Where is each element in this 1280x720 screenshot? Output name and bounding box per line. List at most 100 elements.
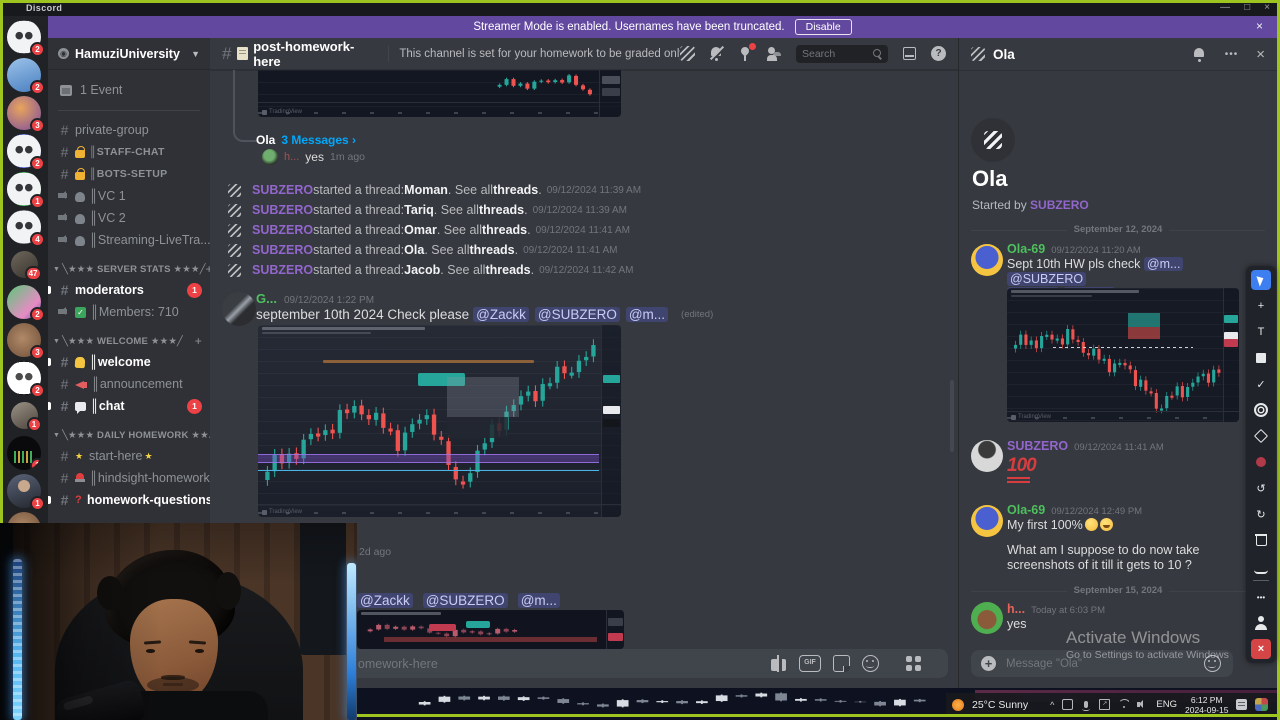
see-all-threads-link[interactable]: threads: [469, 243, 514, 257]
thread-starter[interactable]: SUBZERO: [1030, 198, 1089, 212]
mention-pill[interactable]: @SUBZERO: [535, 307, 620, 322]
thread-close-icon[interactable]: ×: [1256, 46, 1265, 63]
server-icon-10[interactable]: 1: [11, 402, 38, 429]
attach-plus-icon[interactable]: [981, 656, 996, 671]
server-icon-7[interactable]: 2: [7, 285, 41, 319]
undo-tool-icon[interactable]: ↺: [1251, 478, 1271, 498]
sidebar-item-events[interactable]: 1 Event: [48, 78, 210, 102]
server-icon-12[interactable]: 1: [7, 474, 41, 508]
taskbar-clock[interactable]: 6:12 PM 2024-09-15: [1185, 695, 1228, 715]
notification-center-icon[interactable]: [1236, 699, 1247, 710]
sidebar-item-moderators[interactable]: #moderators1: [48, 279, 210, 301]
server-icon-9[interactable]: 2: [7, 361, 41, 395]
threads-icon[interactable]: [680, 46, 695, 61]
disable-streamer-mode-button[interactable]: Disable: [795, 19, 852, 35]
server-icon-6[interactable]: 47: [11, 251, 38, 278]
banner-close-icon[interactable]: ×: [1256, 19, 1263, 33]
avatar[interactable]: [222, 292, 256, 326]
server-icon-11[interactable]: 1: [7, 436, 41, 470]
sidebar-item-streaming-livetra[interactable]: ║Streaming-LiveTra...: [48, 229, 210, 251]
check-tool-icon[interactable]: ✓: [1251, 374, 1271, 394]
system-message-user[interactable]: SUBZERO: [252, 223, 313, 237]
thread-name[interactable]: Omar: [404, 223, 437, 237]
diamond-tool-icon[interactable]: [1251, 426, 1271, 446]
message-author[interactable]: Ola-69: [1007, 242, 1045, 256]
system-message-thread-moman[interactable]: SUBZERO started a thread: Moman. See all…: [210, 180, 958, 200]
apps-icon[interactable]: [905, 655, 922, 672]
server-icon-3[interactable]: 2: [7, 134, 41, 168]
weather-icon[interactable]: [952, 699, 964, 711]
thread-name[interactable]: Ola: [404, 243, 424, 257]
mention-pill[interactable]: @SUBZERO: [1007, 272, 1086, 286]
sidebar-item-vc-1[interactable]: ║VC 1: [48, 185, 210, 207]
chart-attachment-bottom[interactable]: [357, 610, 624, 649]
chart-attachment-thread[interactable]: TradingView: [1007, 288, 1239, 422]
gif-icon[interactable]: GIF: [799, 655, 821, 672]
add-channel-icon[interactable]: +: [195, 334, 202, 348]
window-tray-icon[interactable]: [1062, 699, 1073, 710]
help-icon[interactable]: ?: [931, 46, 946, 61]
notifications-muted-icon[interactable]: [709, 46, 724, 61]
sidebar-item-welcome[interactable]: #║welcome: [48, 351, 210, 373]
system-message-thread-omar[interactable]: SUBZERO started a thread: Omar. See all …: [210, 220, 958, 240]
thread-bell-icon[interactable]: [1192, 47, 1207, 62]
weather-widget[interactable]: 25°C Sunny: [972, 699, 1028, 711]
message-author[interactable]: h...: [1007, 602, 1025, 616]
system-message-thread-jacob[interactable]: SUBZERO started a thread: Jacob. See all…: [210, 260, 958, 280]
sidebar-item-chat[interactable]: #║chat1: [48, 395, 210, 417]
server-icon-0[interactable]: 2: [7, 20, 41, 54]
system-message-user[interactable]: SUBZERO: [252, 203, 313, 217]
thread-name[interactable]: Moman: [404, 183, 448, 197]
message-author[interactable]: Ola-69: [1007, 503, 1045, 517]
channel-category[interactable]: ▼╲★★★ WELCOME ★★★╱+: [48, 331, 210, 351]
search-input[interactable]: Search: [796, 45, 888, 63]
person-tool-icon[interactable]: [1251, 613, 1271, 633]
server-icon-4[interactable]: 1: [7, 172, 41, 206]
chart-attachment-top[interactable]: TradingView: [258, 70, 621, 117]
channel-category[interactable]: ▼╲★★★ SERVER STATS ★★★╱+: [48, 259, 210, 279]
more-tool-icon[interactable]: •••: [1251, 587, 1271, 607]
sidebar-item-start-here[interactable]: #★start-here★: [48, 445, 210, 467]
gift-icon[interactable]: [770, 655, 787, 672]
window-maximize-button[interactable]: □: [1244, 1, 1250, 15]
mention-pill[interactable]: @m...: [1144, 257, 1184, 271]
thread-name[interactable]: Tariq: [404, 203, 434, 217]
window-close-button[interactable]: ×: [1264, 1, 1270, 15]
mention-pill[interactable]: @m...: [518, 593, 560, 608]
screen-tray-icon[interactable]: [1099, 699, 1110, 710]
see-all-threads-link[interactable]: threads: [482, 223, 527, 237]
system-message-user[interactable]: SUBZERO: [252, 243, 313, 257]
message-author[interactable]: SUBZERO: [1007, 439, 1068, 453]
rect-tool-icon[interactable]: [1251, 348, 1271, 368]
avatar[interactable]: [971, 505, 1003, 537]
avatar[interactable]: [971, 602, 1003, 634]
volume-tray-icon[interactable]: [1137, 699, 1148, 710]
server-icon-5[interactable]: 4: [7, 210, 41, 244]
server-icon-2[interactable]: 3: [7, 96, 41, 130]
save-tool-icon[interactable]: [1254, 558, 1268, 574]
system-message-thread-ola[interactable]: SUBZERO started a thread: Ola. See all t…: [210, 240, 958, 260]
pinned-messages-icon[interactable]: [738, 46, 753, 61]
mention-pill[interactable]: @m...: [626, 307, 668, 322]
see-all-threads-link[interactable]: threads: [493, 183, 538, 197]
chat-scrollbar[interactable]: [950, 380, 954, 452]
record-tool-icon[interactable]: [1251, 452, 1271, 472]
cursor-tool-icon[interactable]: [1251, 270, 1271, 290]
emoji-icon[interactable]: [862, 655, 879, 672]
sticker-icon[interactable]: [833, 655, 850, 672]
mention-pill[interactable]: @SUBZERO: [423, 593, 508, 608]
chart-attachment-main[interactable]: TradingView: [258, 325, 621, 517]
window-minimize-button[interactable]: —: [1220, 1, 1230, 15]
wifi-tray-icon[interactable]: [1118, 699, 1129, 710]
avatar[interactable]: [971, 244, 1003, 276]
thread-preview-reply[interactable]: h... yes 1m ago: [262, 149, 365, 165]
trash-tool-icon[interactable]: [1251, 530, 1271, 550]
sidebar-item-bots-setup[interactable]: #║BOTS-SETUP: [48, 163, 210, 185]
thread-preview-link[interactable]: 3 Messages ›: [281, 133, 356, 147]
see-all-threads-link[interactable]: threads: [479, 203, 524, 217]
mention-pill[interactable]: @Zackk: [357, 593, 413, 608]
sidebar-item-vc-2[interactable]: ║VC 2: [48, 207, 210, 229]
text-tool-icon[interactable]: T: [1251, 322, 1271, 342]
tray-expand-icon[interactable]: ^: [1050, 700, 1054, 710]
focus-tool-icon[interactable]: [1251, 400, 1271, 420]
